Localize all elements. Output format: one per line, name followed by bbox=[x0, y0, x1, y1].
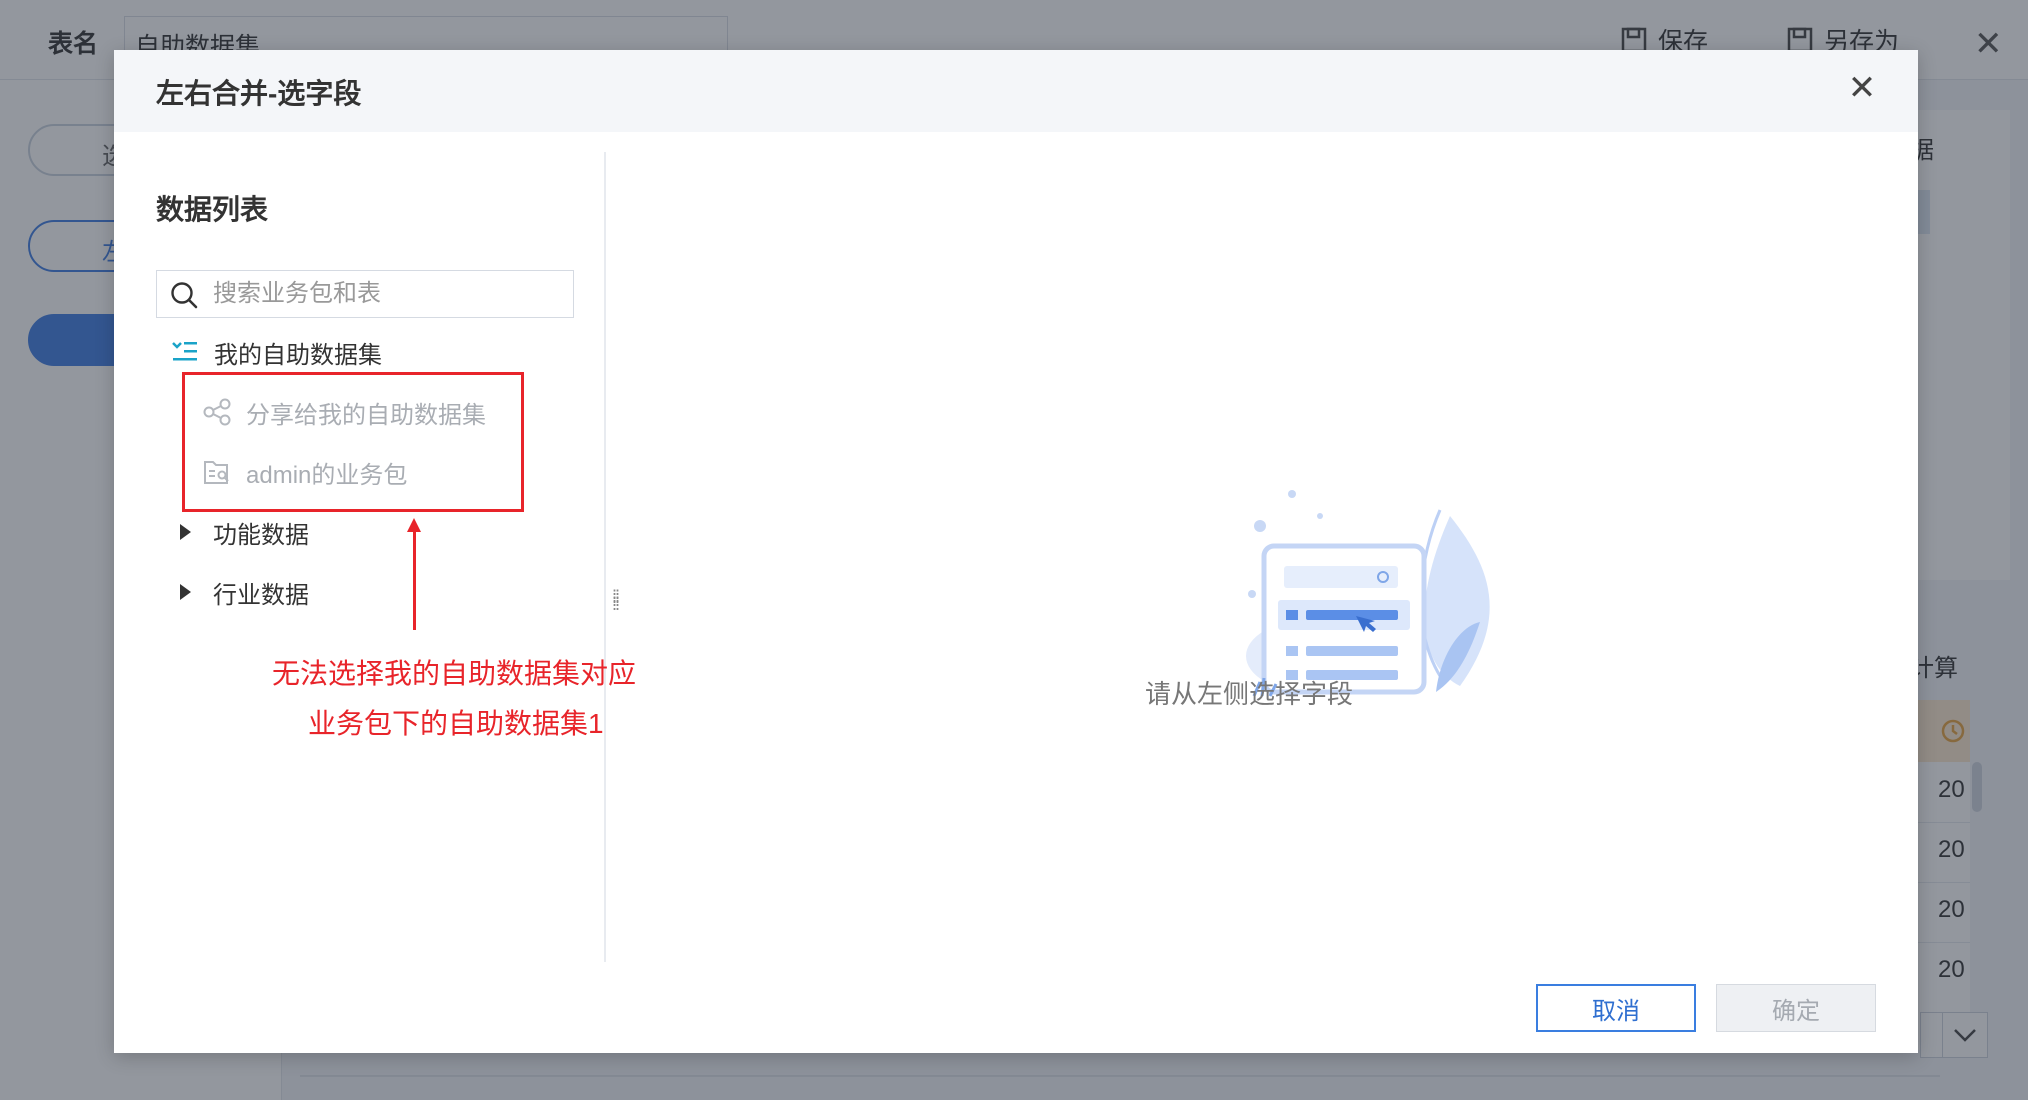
self-dataset-icon bbox=[170, 337, 200, 367]
search-icon bbox=[171, 282, 198, 309]
annotation-text-line-2: 业务包下的自助数据集1 bbox=[308, 708, 604, 739]
annotation-arrow-line bbox=[413, 530, 416, 630]
caret-right-icon[interactable] bbox=[180, 524, 191, 540]
tree-item-label: 功能数据 bbox=[213, 521, 309, 549]
merge-field-dialog: 左右合并-选字段 ✕ 数据列表 我的自助数据集 分享给我的自助数据集 admin… bbox=[114, 50, 1918, 1053]
tree-item-label: 行业数据 bbox=[213, 581, 309, 609]
resize-handle-icon[interactable]: ⁞⁞ ⁞⁞ bbox=[612, 588, 620, 613]
data-list-pane: 数据列表 bbox=[114, 132, 604, 972]
empty-state-illustration bbox=[1246, 490, 1490, 697]
close-icon[interactable]: ✕ bbox=[1842, 68, 1882, 108]
search-box bbox=[156, 270, 574, 318]
confirm-button[interactable]: 确定 bbox=[1716, 984, 1876, 1032]
annotation-highlight-box bbox=[182, 372, 524, 512]
dialog-header: 左右合并-选字段 ✕ bbox=[114, 50, 1918, 132]
search-input[interactable] bbox=[213, 271, 563, 317]
tree-item-industry-data[interactable]: 行业数据 bbox=[170, 572, 309, 612]
empty-state-text: 请从左侧选择字段 bbox=[1145, 679, 1354, 709]
annotation-text-line-1: 无法选择我的自助数据集对应 bbox=[272, 658, 637, 689]
pane-divider bbox=[604, 152, 606, 962]
section-title: 数据列表 bbox=[156, 194, 269, 225]
tree-item-label: 我的自助数据集 bbox=[214, 341, 382, 369]
tree-item-function-data[interactable]: 功能数据 bbox=[170, 512, 309, 552]
cancel-button[interactable]: 取消 bbox=[1536, 984, 1696, 1032]
caret-right-icon[interactable] bbox=[180, 584, 191, 600]
tree-item-my-self-datasets[interactable]: 我的自助数据集 bbox=[170, 332, 382, 372]
dialog-title: 左右合并-选字段 bbox=[156, 78, 362, 109]
